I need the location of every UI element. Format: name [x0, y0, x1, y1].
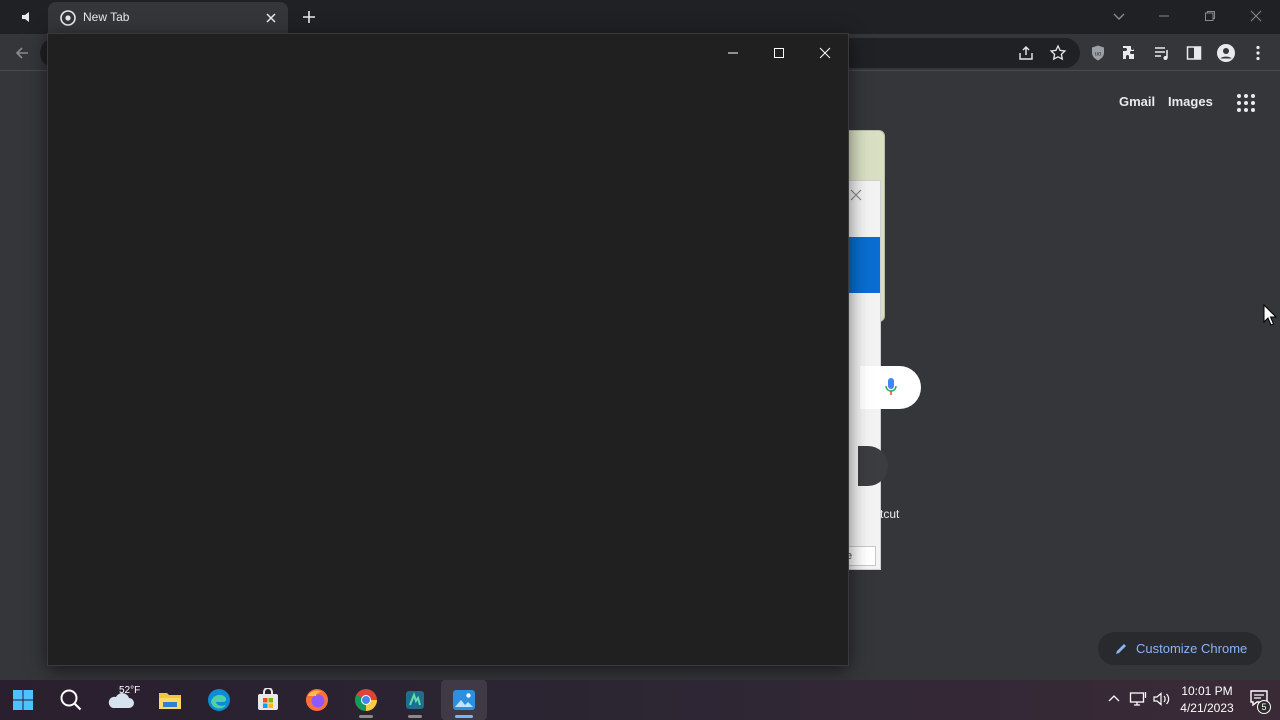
firefox-icon[interactable]: [294, 680, 340, 720]
close-icon[interactable]: [848, 187, 864, 203]
running-indicator: [359, 715, 373, 718]
share-icon[interactable]: [1016, 43, 1036, 63]
extensions-icon[interactable]: [1120, 43, 1140, 63]
plus-icon[interactable]: [300, 8, 318, 26]
close-icon[interactable]: [802, 38, 848, 68]
close-icon[interactable]: [263, 10, 279, 26]
weather-temperature: 52°F: [119, 685, 141, 696]
close-icon[interactable]: [1233, 5, 1279, 27]
svg-text:uo: uo: [1095, 52, 1102, 58]
running-indicator: [408, 715, 422, 718]
running-indicator: [455, 715, 473, 718]
customize-chrome-label: Customize Chrome: [1136, 641, 1248, 656]
clock-time: 10:01 PM: [1181, 684, 1233, 698]
photos-icon[interactable]: [441, 680, 487, 720]
restore-icon[interactable]: [1187, 5, 1233, 27]
speaker-icon[interactable]: [20, 9, 36, 25]
menu-icon[interactable]: [1248, 43, 1268, 63]
mouse-cursor-icon: [1263, 303, 1278, 326]
system-clock[interactable]: 10:01 PM 4/21/2023: [1172, 683, 1242, 717]
gmail-link[interactable]: Gmail: [1119, 94, 1155, 109]
notification-badge: 5: [1257, 700, 1271, 714]
tab-new-tab[interactable]: New Tab: [48, 2, 288, 34]
star-icon[interactable]: [1048, 43, 1068, 63]
store-icon[interactable]: [245, 680, 291, 720]
minimize-icon[interactable]: [1141, 5, 1187, 27]
taskbar: [0, 680, 1280, 720]
chevron-down-icon[interactable]: [1110, 7, 1128, 25]
customize-chrome-button[interactable]: Customize Chrome: [1098, 632, 1262, 665]
pencil-icon: [1116, 643, 1126, 654]
chrome-icon: [60, 10, 76, 26]
chrome-icon[interactable]: [343, 680, 389, 720]
apps-grid-icon[interactable]: [1236, 93, 1256, 113]
edge-icon[interactable]: [196, 680, 242, 720]
profile-icon[interactable]: [1216, 43, 1236, 63]
back-arrow-icon[interactable]: [12, 43, 32, 63]
ublock-icon[interactable]: uo: [1088, 43, 1108, 63]
windows-start-icon[interactable]: [0, 680, 46, 720]
maximize-icon[interactable]: [756, 38, 802, 68]
media-icon[interactable]: [1152, 43, 1172, 63]
tab-title: New Tab: [83, 10, 130, 24]
volume-icon[interactable]: [1153, 690, 1171, 708]
tab-strip: New Tab: [0, 0, 1280, 34]
images-link[interactable]: Images: [1168, 94, 1213, 109]
search-icon[interactable]: [48, 680, 94, 720]
chevron-up-icon[interactable]: [1105, 690, 1123, 708]
add-shortcut-label: tcut: [880, 507, 900, 521]
add-shortcut-button[interactable]: [858, 446, 888, 486]
side-panel-icon[interactable]: [1184, 43, 1204, 63]
microphone-icon[interactable]: [884, 377, 898, 397]
minimize-icon[interactable]: [710, 38, 756, 68]
clock-date: 4/21/2023: [1180, 701, 1234, 715]
file-explorer-icon[interactable]: [147, 680, 193, 720]
network-icon[interactable]: [1129, 690, 1147, 708]
foreground-window[interactable]: [47, 33, 849, 666]
app-icon[interactable]: [392, 680, 438, 720]
